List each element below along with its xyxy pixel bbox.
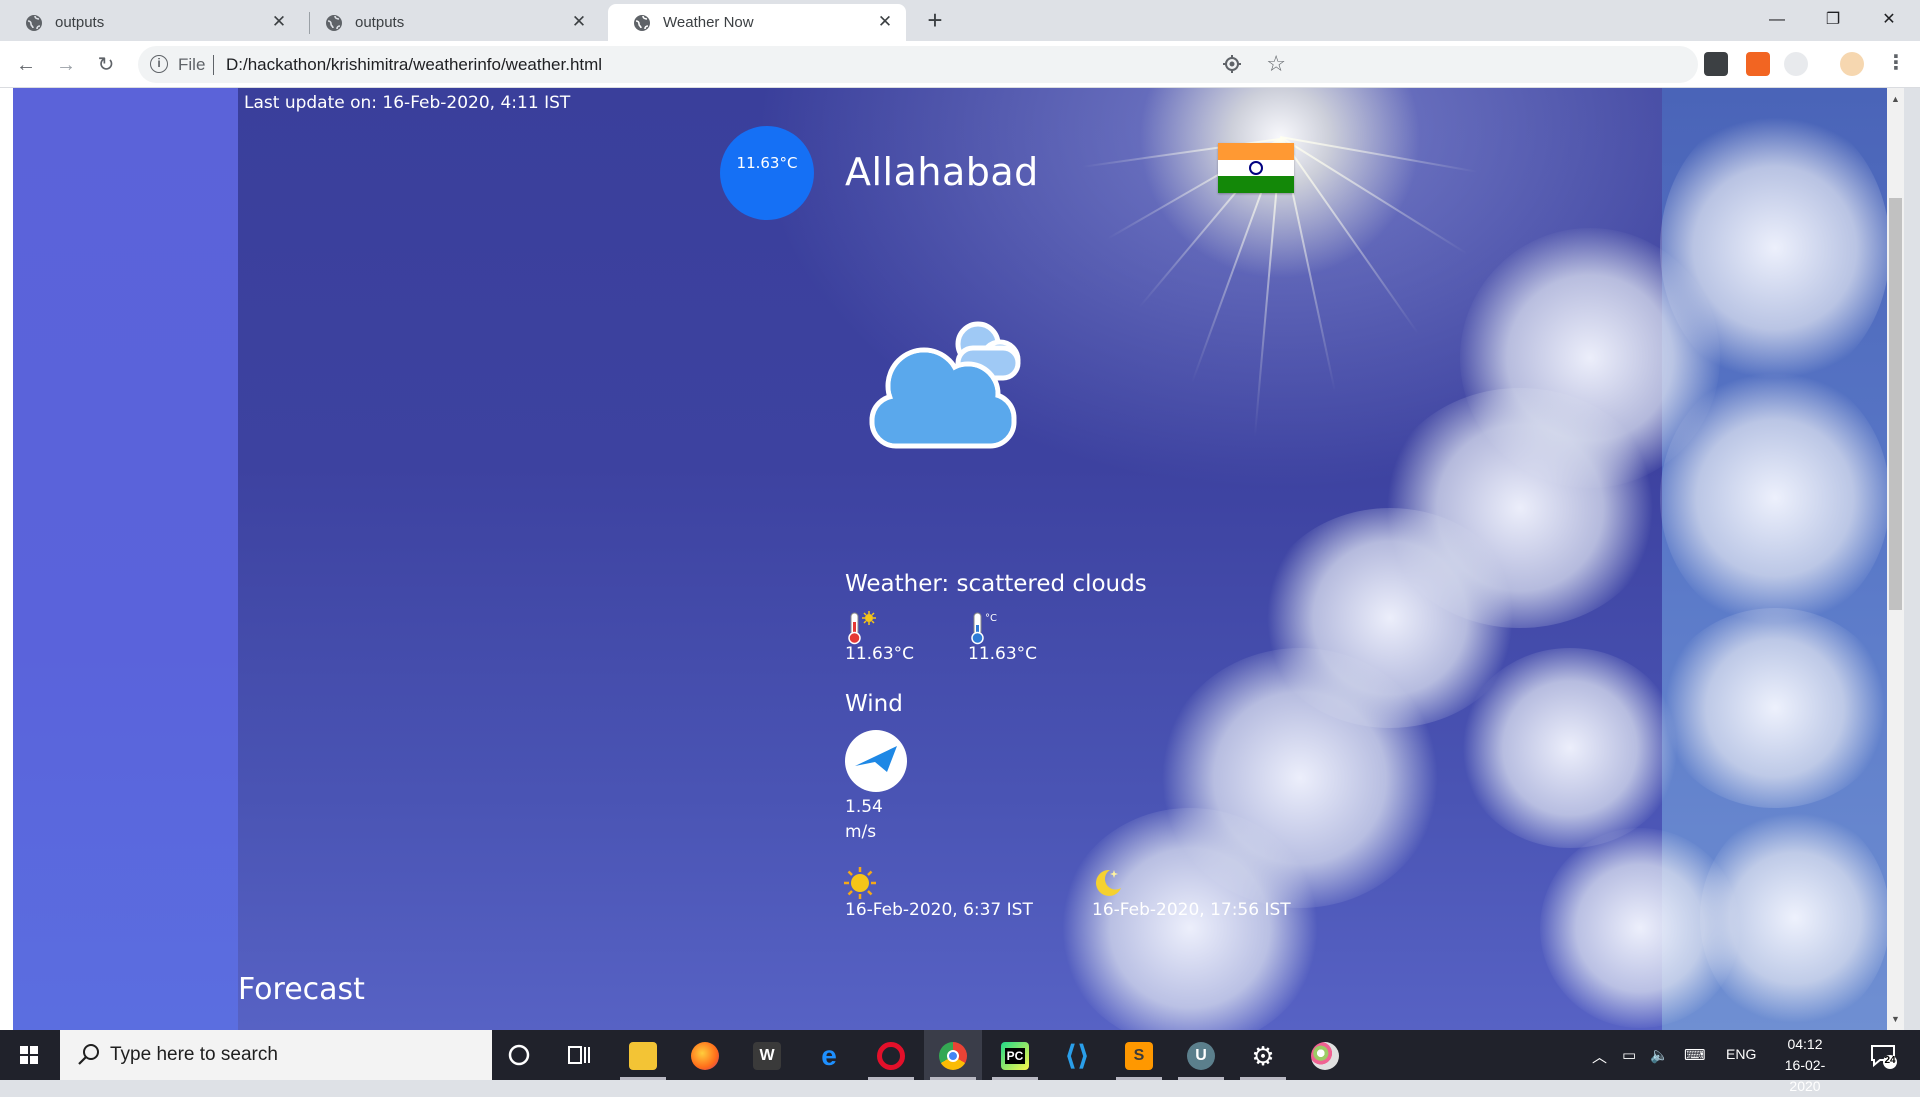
temp-max-value: 11.63°C xyxy=(845,644,915,664)
notification-center-icon[interactable]: 24 xyxy=(1868,1040,1898,1070)
page-viewport: Last update on: 16-Feb-2020, 4:11 IST 11… xyxy=(0,88,1904,1030)
search-placeholder: Type here to search xyxy=(110,1044,278,1065)
profile-avatar[interactable] xyxy=(1840,52,1864,76)
scroll-down-icon[interactable]: ▼ xyxy=(1891,1014,1900,1024)
thermometer-hot-icon xyxy=(848,611,876,645)
temperature-badge: 11.63°C xyxy=(720,126,814,220)
sunrise-sun-icon xyxy=(844,867,876,899)
wind-speed-unit: m/s xyxy=(845,822,877,842)
extension-grey-icon[interactable] xyxy=(1784,52,1808,76)
close-icon[interactable]: ✕ xyxy=(270,13,288,31)
task-view-icon[interactable] xyxy=(550,1030,608,1080)
browser-toolbar: ← → ↻ i File D:/hackathon/krishimitra/we… xyxy=(0,41,1920,88)
globe-icon xyxy=(634,14,650,31)
page-scrollbar[interactable]: ▲ ▼ xyxy=(1887,88,1904,1030)
cortana-icon[interactable] xyxy=(490,1030,548,1080)
notification-count: 24 xyxy=(1884,1055,1896,1066)
vscode-icon[interactable]: ⟨⟩ xyxy=(1048,1030,1106,1080)
restore-button[interactable]: ❐ xyxy=(1810,5,1856,35)
scattered-clouds-icon xyxy=(869,321,1021,449)
forecast-heading: Forecast xyxy=(238,972,365,1007)
acer-icon[interactable]: W xyxy=(738,1030,796,1080)
pycharm-icon[interactable]: PC xyxy=(986,1030,1044,1080)
sunrise-time: 16-Feb-2020, 6:37 IST xyxy=(845,900,1033,920)
url-divider xyxy=(213,55,214,75)
clock-date: 16-02-2020 xyxy=(1784,1057,1826,1094)
tab-title: outputs xyxy=(355,14,405,31)
clock-time: 04:12 xyxy=(1787,1036,1823,1052)
volume-icon[interactable]: 🔈 xyxy=(1650,1046,1669,1064)
wind-speed-value: 1.54 xyxy=(845,797,883,817)
paint-icon[interactable] xyxy=(1296,1030,1354,1080)
chrome-icon[interactable] xyxy=(924,1030,982,1080)
windows-taskbar: Type here to search W e PC ⟨⟩ S U ⚙ ︿ ▭ … xyxy=(0,1030,1920,1094)
sunset-time: 16-Feb-2020, 17:56 IST xyxy=(1092,900,1291,920)
tray-chevron-icon[interactable]: ︿ xyxy=(1592,1046,1607,1067)
sunset-moon-icon xyxy=(1096,869,1121,896)
tab-outputs-2[interactable]: outputs ✕ xyxy=(300,4,600,41)
search-icon xyxy=(78,1044,99,1065)
minimize-button[interactable]: — xyxy=(1754,5,1800,35)
extension-off-icon[interactable] xyxy=(1746,52,1770,76)
url-text[interactable]: D:/hackathon/krishimitra/weatherinfo/wea… xyxy=(226,55,602,75)
weather-description: Weather: scattered clouds xyxy=(845,571,1147,597)
window-close-button[interactable]: ✕ xyxy=(1866,5,1912,35)
system-clock[interactable]: 04:12 16-02-2020 xyxy=(1770,1034,1840,1097)
language-indicator[interactable]: ENG xyxy=(1726,1046,1756,1062)
network-icon[interactable]: ▭ xyxy=(1622,1046,1636,1064)
globe-icon xyxy=(26,14,42,31)
close-icon[interactable]: ✕ xyxy=(570,13,588,31)
scrollbar-thumb[interactable] xyxy=(1889,198,1902,610)
file-explorer-icon[interactable] xyxy=(614,1030,672,1080)
weather-card: Last update on: 16-Feb-2020, 4:11 IST 11… xyxy=(0,88,1887,1030)
thermometer-celsius-icon: °C xyxy=(971,612,997,645)
wind-speed: 1.54 m/s xyxy=(845,795,883,845)
city-name: Allahabad xyxy=(845,150,1039,194)
taskbar-search-input[interactable]: Type here to search xyxy=(60,1030,492,1080)
firefox-icon[interactable] xyxy=(676,1030,734,1080)
scroll-up-icon[interactable]: ▲ xyxy=(1891,94,1900,104)
extension-puzzle-icon[interactable] xyxy=(1704,52,1728,76)
last-update-text: Last update on: 16-Feb-2020, 4:11 IST xyxy=(244,93,571,113)
url-scheme-label: File xyxy=(178,55,206,74)
globe-icon xyxy=(326,14,342,31)
india-flag-icon xyxy=(1218,143,1294,193)
keyboard-icon[interactable]: ⌨ xyxy=(1684,1046,1706,1064)
tab-title: Weather Now xyxy=(663,14,754,31)
new-tab-button[interactable]: + xyxy=(922,7,948,34)
tab-outputs-1[interactable]: outputs ✕ xyxy=(0,4,300,41)
u-app-icon[interactable]: U xyxy=(1172,1030,1230,1080)
edge-icon[interactable]: e xyxy=(800,1030,858,1080)
location-icon[interactable] xyxy=(1222,54,1242,74)
reload-button[interactable]: ↻ xyxy=(92,51,120,79)
info-icon[interactable]: i xyxy=(150,55,168,73)
tab-title: outputs xyxy=(55,14,105,31)
opera-icon[interactable] xyxy=(862,1030,920,1080)
wind-heading: Wind xyxy=(845,691,903,717)
back-button[interactable]: ← xyxy=(12,51,40,79)
sublime-icon[interactable]: S xyxy=(1110,1030,1168,1080)
close-icon[interactable]: ✕ xyxy=(876,13,894,31)
windows-start-icon[interactable] xyxy=(0,1030,58,1080)
tab-weather-now[interactable]: Weather Now ✕ xyxy=(608,4,906,41)
svg-text:°C: °C xyxy=(985,613,997,624)
menu-kebab-icon[interactable]: ⋮ xyxy=(1886,52,1906,76)
temp-min-value: 11.63°C xyxy=(968,644,1038,664)
settings-icon[interactable]: ⚙ xyxy=(1234,1030,1292,1080)
address-bar[interactable]: i File D:/hackathon/krishimitra/weatheri… xyxy=(138,46,1698,83)
forward-button[interactable]: → xyxy=(52,51,80,79)
browser-tab-bar: outputs ✕ outputs ✕ Weather Now ✕ + — ❐ … xyxy=(0,0,1920,41)
wind-direction-icon xyxy=(845,730,907,792)
bookmark-star-icon[interactable]: ☆ xyxy=(1266,51,1286,77)
